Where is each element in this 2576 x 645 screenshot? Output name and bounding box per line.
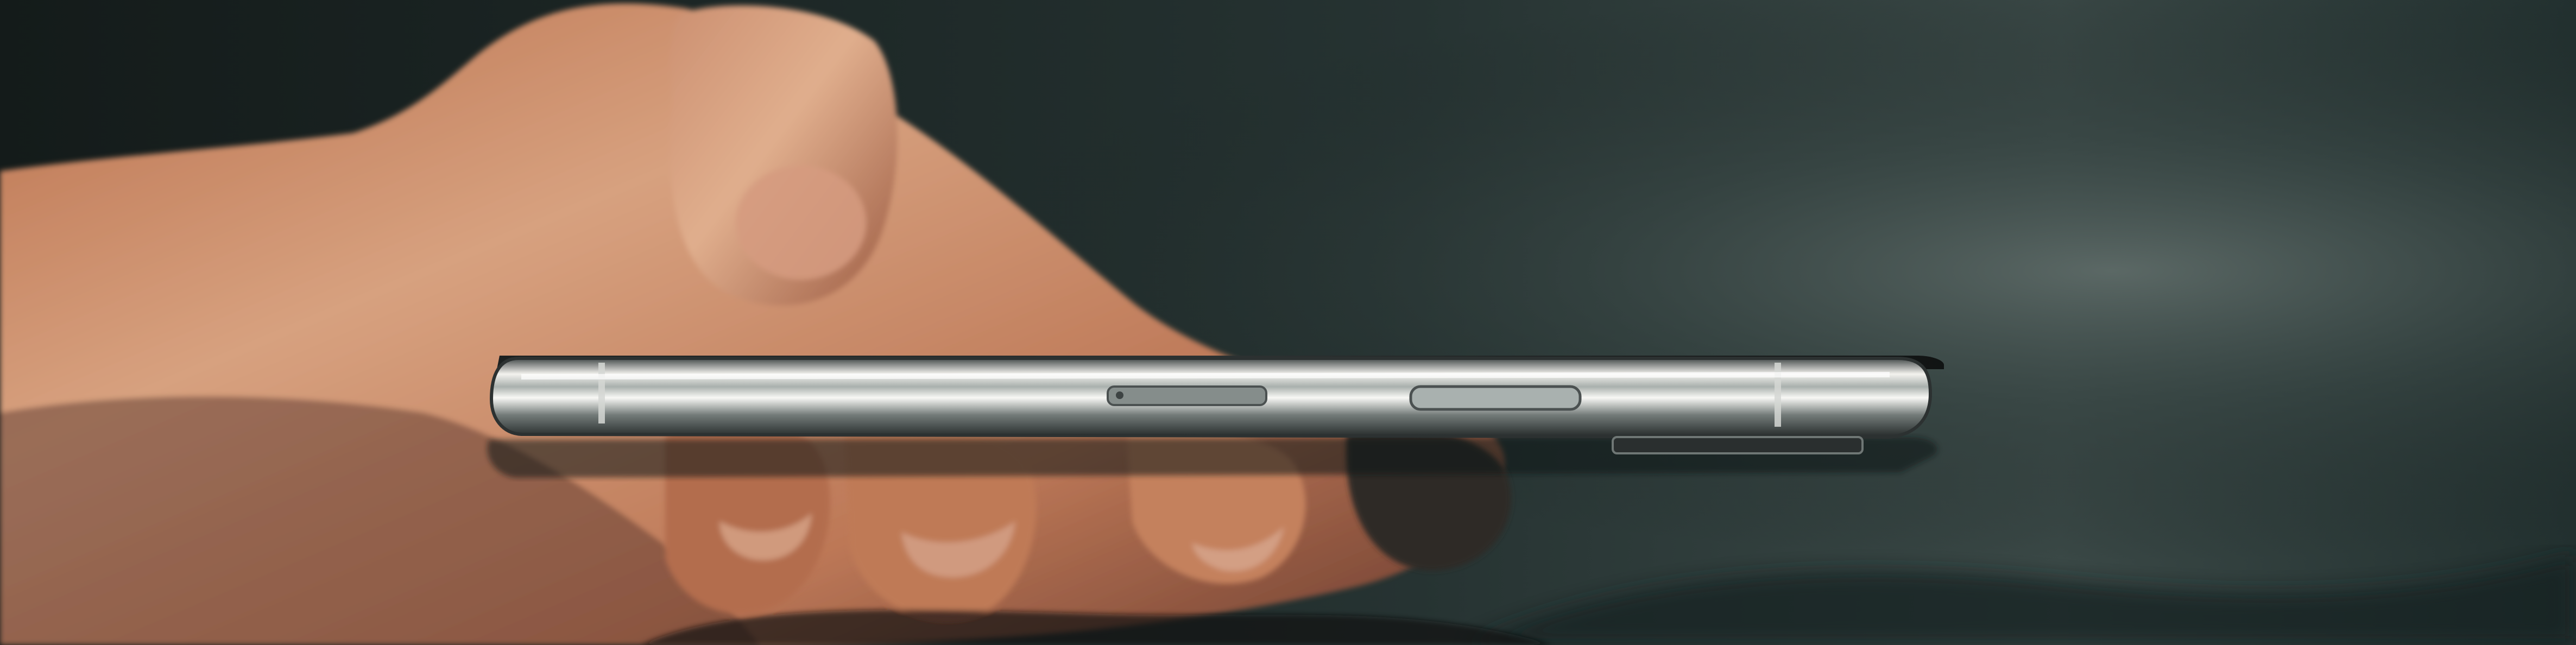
sim-tray (1107, 385, 1267, 406)
photo-scene (0, 0, 2576, 645)
antenna-band-left (598, 363, 605, 423)
smartphone (487, 356, 1944, 478)
power-button (1409, 385, 1582, 411)
thumbnail (736, 166, 866, 280)
sim-eject-hole (1116, 391, 1123, 399)
camera-bump (1612, 436, 1864, 454)
hand-holding-phone-photo (0, 0, 2576, 645)
